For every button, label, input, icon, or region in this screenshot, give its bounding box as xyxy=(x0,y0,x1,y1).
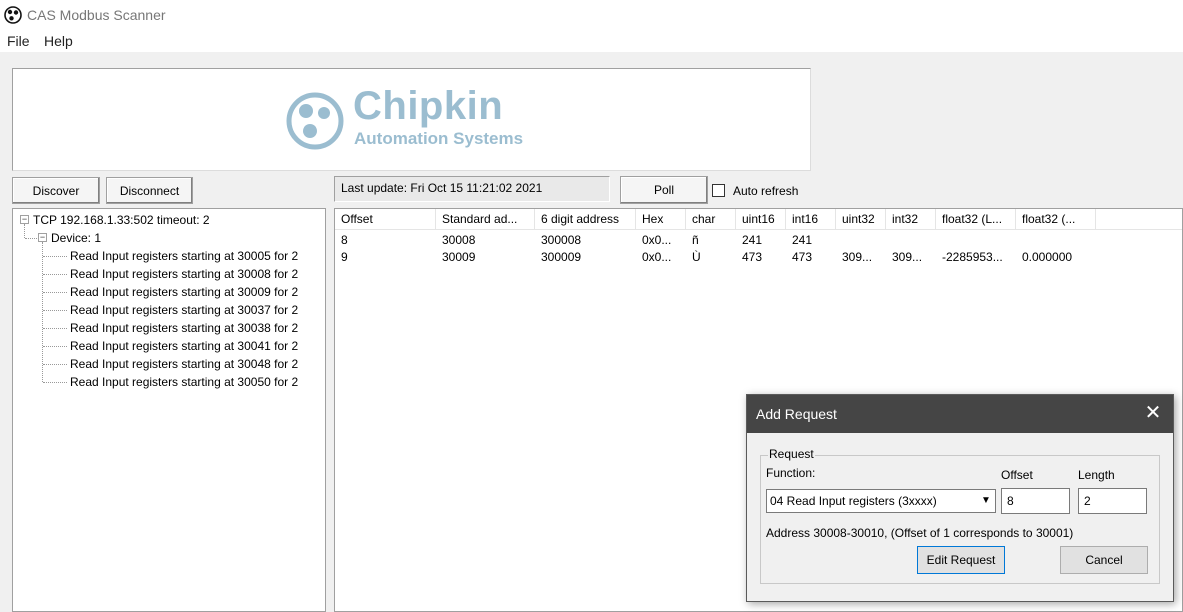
tree-connector xyxy=(42,242,43,382)
add-request-dialog: Add Request ✕ Request Function: Offset L… xyxy=(746,394,1174,602)
length-input[interactable]: 2 xyxy=(1078,488,1147,514)
cell-char: ñ xyxy=(692,233,699,247)
column-header-uint16[interactable]: uint16 xyxy=(736,209,786,230)
edit-request-button[interactable]: Edit Request xyxy=(917,546,1005,574)
cell-int32: 309... xyxy=(892,250,923,264)
tree-connector xyxy=(43,382,67,383)
grid-header: Offset Standard ad... 6 digit address He… xyxy=(335,209,1182,230)
tree-item-request[interactable]: Read Input registers starting at 30050 f… xyxy=(70,373,298,391)
tree-item-request[interactable]: Read Input registers starting at 30038 f… xyxy=(70,319,298,337)
offset-input[interactable]: 8 xyxy=(1001,488,1070,514)
network-node-icon xyxy=(4,6,22,24)
chevron-down-icon[interactable]: ▼ xyxy=(977,490,995,512)
column-header-char[interactable]: char xyxy=(686,209,736,230)
tree-item-request[interactable]: Read Input registers starting at 30008 f… xyxy=(70,265,298,283)
cell-uint16: 241 xyxy=(742,233,763,247)
chipkin-logo-icon xyxy=(286,92,344,150)
cell-int16: 241 xyxy=(792,233,813,247)
disconnect-button[interactable]: Disconnect xyxy=(106,177,193,204)
menu-help[interactable]: Help xyxy=(44,33,73,49)
length-label: Length xyxy=(1078,468,1115,482)
last-update-status: Last update: Fri Oct 15 11:21:02 2021 xyxy=(334,176,610,202)
tree-connector xyxy=(43,310,67,311)
column-header-hex[interactable]: Hex xyxy=(636,209,686,230)
tree-connector xyxy=(43,274,67,275)
menu-bar: File Help xyxy=(0,30,1183,52)
cell-float32-l: -2285953... xyxy=(942,250,1003,264)
column-header-standard-address[interactable]: Standard ad... xyxy=(436,209,535,230)
title-bar: CAS Modbus Scanner xyxy=(0,0,1183,30)
cell-float32 xyxy=(1016,232,1096,249)
cell-hex: 0x0... xyxy=(642,250,672,264)
cell-6-digit-address: 300009 xyxy=(541,250,582,264)
cancel-button[interactable]: Cancel xyxy=(1060,546,1148,574)
column-header-int16[interactable]: int16 xyxy=(786,209,836,230)
tree-item-request[interactable]: Read Input registers starting at 30005 f… xyxy=(70,247,298,265)
dialog-title-bar[interactable]: Add Request ✕ xyxy=(747,395,1173,433)
cell-float32-l xyxy=(936,232,1016,249)
dialog-title: Add Request xyxy=(756,406,837,422)
menu-file[interactable]: File xyxy=(7,33,30,49)
close-icon[interactable]: ✕ xyxy=(1144,403,1162,423)
cell-char: Ù xyxy=(692,250,701,264)
logo-banner: Chipkin Automation Systems xyxy=(12,68,811,171)
tree-connector xyxy=(24,224,25,238)
tree-connector xyxy=(43,292,67,293)
cell-standard-address: 30008 xyxy=(442,233,476,247)
tree-item-device[interactable]: Device: 1 xyxy=(51,229,101,247)
tree-item-request[interactable]: Read Input registers starting at 30009 f… xyxy=(70,283,298,301)
cell-offset: 9 xyxy=(341,250,348,264)
window-title: CAS Modbus Scanner xyxy=(27,7,166,23)
tree-item-request[interactable]: Read Input registers starting at 30048 f… xyxy=(70,355,298,373)
collapse-icon[interactable]: − xyxy=(38,233,47,242)
offset-label: Offset xyxy=(1001,468,1033,482)
tree-item-request[interactable]: Read Input registers starting at 30041 f… xyxy=(70,337,298,355)
logo-name: Chipkin xyxy=(353,84,504,128)
cell-6-digit-address: 300008 xyxy=(541,233,582,247)
cell-uint32: 309... xyxy=(842,250,873,264)
address-note: Address 30008-30010, (Offset of 1 corres… xyxy=(766,526,1074,540)
cell-uint16: 473 xyxy=(742,250,763,264)
request-group-label: Request xyxy=(768,447,815,461)
auto-refresh-label: Auto refresh xyxy=(733,184,799,198)
function-label: Function: xyxy=(766,466,816,480)
column-header-float32[interactable]: float32 (... xyxy=(1016,209,1096,230)
tree-item-request[interactable]: Read Input registers starting at 30037 f… xyxy=(70,301,298,319)
column-header-int32[interactable]: int32 xyxy=(886,209,936,230)
cell-int32 xyxy=(886,232,936,249)
cell-offset: 8 xyxy=(341,233,348,247)
cell-hex: 0x0... xyxy=(642,233,672,247)
cell-float32: 0.000000 xyxy=(1022,250,1073,264)
function-select-value: 04 Read Input registers (3xxxx) xyxy=(770,494,937,508)
device-tree[interactable]: − TCP 192.168.1.33:502 timeout: 2 − Devi… xyxy=(12,208,326,612)
column-header-uint32[interactable]: uint32 xyxy=(836,209,886,230)
tree-connector xyxy=(43,256,67,257)
poll-button[interactable]: Poll xyxy=(620,176,708,204)
cell-uint32 xyxy=(836,232,886,249)
collapse-icon[interactable]: − xyxy=(20,215,29,224)
column-header-6-digit-address[interactable]: 6 digit address xyxy=(535,209,636,230)
tree-connector xyxy=(43,364,67,365)
auto-refresh-checkbox[interactable] xyxy=(712,184,725,197)
column-header-float32-l[interactable]: float32 (L... xyxy=(936,209,1016,230)
cell-standard-address: 30009 xyxy=(442,250,476,264)
function-select[interactable]: 04 Read Input registers (3xxxx) ▼ xyxy=(766,489,996,513)
cell-int16: 473 xyxy=(792,250,813,264)
tree-connector xyxy=(43,328,67,329)
tree-item-connection[interactable]: TCP 192.168.1.33:502 timeout: 2 xyxy=(33,211,210,229)
column-header-offset[interactable]: Offset xyxy=(335,209,436,230)
logo-subtitle: Automation Systems xyxy=(354,129,524,148)
discover-button[interactable]: Discover xyxy=(12,177,100,204)
tree-connector xyxy=(43,346,67,347)
tree-connector xyxy=(25,238,37,239)
